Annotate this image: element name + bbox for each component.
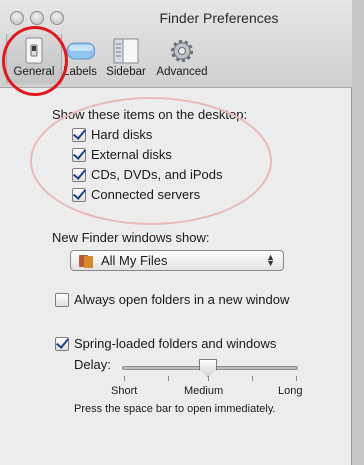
hard-disks-checkbox[interactable]	[72, 127, 86, 142]
label-pill-icon	[66, 42, 95, 60]
window-title: Finder Preferences	[159, 10, 279, 26]
all-my-files-icon	[79, 254, 95, 268]
delay-medium-label: Medium	[184, 385, 224, 397]
delay-long-label: Long	[278, 385, 303, 397]
checkbox-always-open[interactable]: Always open folders in a new window	[55, 292, 289, 307]
hard-disks-label: Hard disks	[91, 127, 153, 142]
slider-tick	[252, 376, 253, 381]
checkbox-connected-servers[interactable]: Connected servers	[72, 187, 200, 202]
tab-advanced-label: Advanced	[156, 66, 208, 78]
new-window-selected: All My Files	[101, 253, 168, 268]
tab-sidebar-label: Sidebar	[106, 66, 146, 78]
always-open-label: Always open folders in a new window	[74, 292, 290, 307]
new-window-label: New Finder windows show:	[52, 230, 210, 245]
finder-preferences-window: Finder Preferences General Labels Sideba…	[0, 0, 352, 465]
delay-slider-thumb[interactable]	[199, 359, 217, 377]
connected-servers-label: Connected servers	[91, 187, 201, 202]
title-bar: Finder Preferences General Labels Sideba…	[0, 0, 352, 96]
space-bar-hint: Press the space bar to open immediately.	[74, 403, 276, 415]
chevron-up-down-icon: ▲ ▼	[266, 252, 275, 268]
new-window-popup[interactable]: All My Files ▲ ▼	[70, 250, 284, 271]
spring-loaded-label: Spring-loaded folders and windows	[74, 336, 277, 351]
checkbox-cds-dvds-ipods[interactable]: CDs, DVDs, and iPods	[72, 167, 223, 182]
cds-dvds-ipods-checkbox[interactable]	[72, 167, 86, 182]
tab-sidebar[interactable]: Sidebar	[98, 34, 154, 84]
cds-dvds-ipods-label: CDs, DVDs, and iPods	[91, 167, 223, 182]
delay-short-label: Short	[111, 385, 138, 397]
tab-advanced[interactable]: Advanced	[154, 34, 210, 84]
spring-loaded-checkbox[interactable]	[55, 336, 69, 351]
general-pane: Show these items on the desktop: Hard di…	[0, 89, 352, 465]
connected-servers-checkbox[interactable]	[72, 187, 86, 202]
always-open-checkbox[interactable]	[55, 292, 69, 307]
gear-icon	[171, 40, 193, 62]
checkbox-spring-loaded[interactable]: Spring-loaded folders and windows	[55, 336, 276, 351]
slider-tick	[124, 376, 125, 381]
external-disks-label: External disks	[91, 147, 172, 162]
checkbox-external-disks[interactable]: External disks	[72, 147, 172, 162]
checkbox-hard-disks[interactable]: Hard disks	[72, 127, 152, 142]
annotation-red-circle	[2, 26, 68, 96]
sidebar-icon	[113, 38, 139, 64]
delay-label: Delay:	[74, 357, 111, 372]
slider-tick	[296, 376, 297, 381]
external-disks-checkbox[interactable]	[72, 147, 86, 162]
slider-tick	[168, 376, 169, 381]
